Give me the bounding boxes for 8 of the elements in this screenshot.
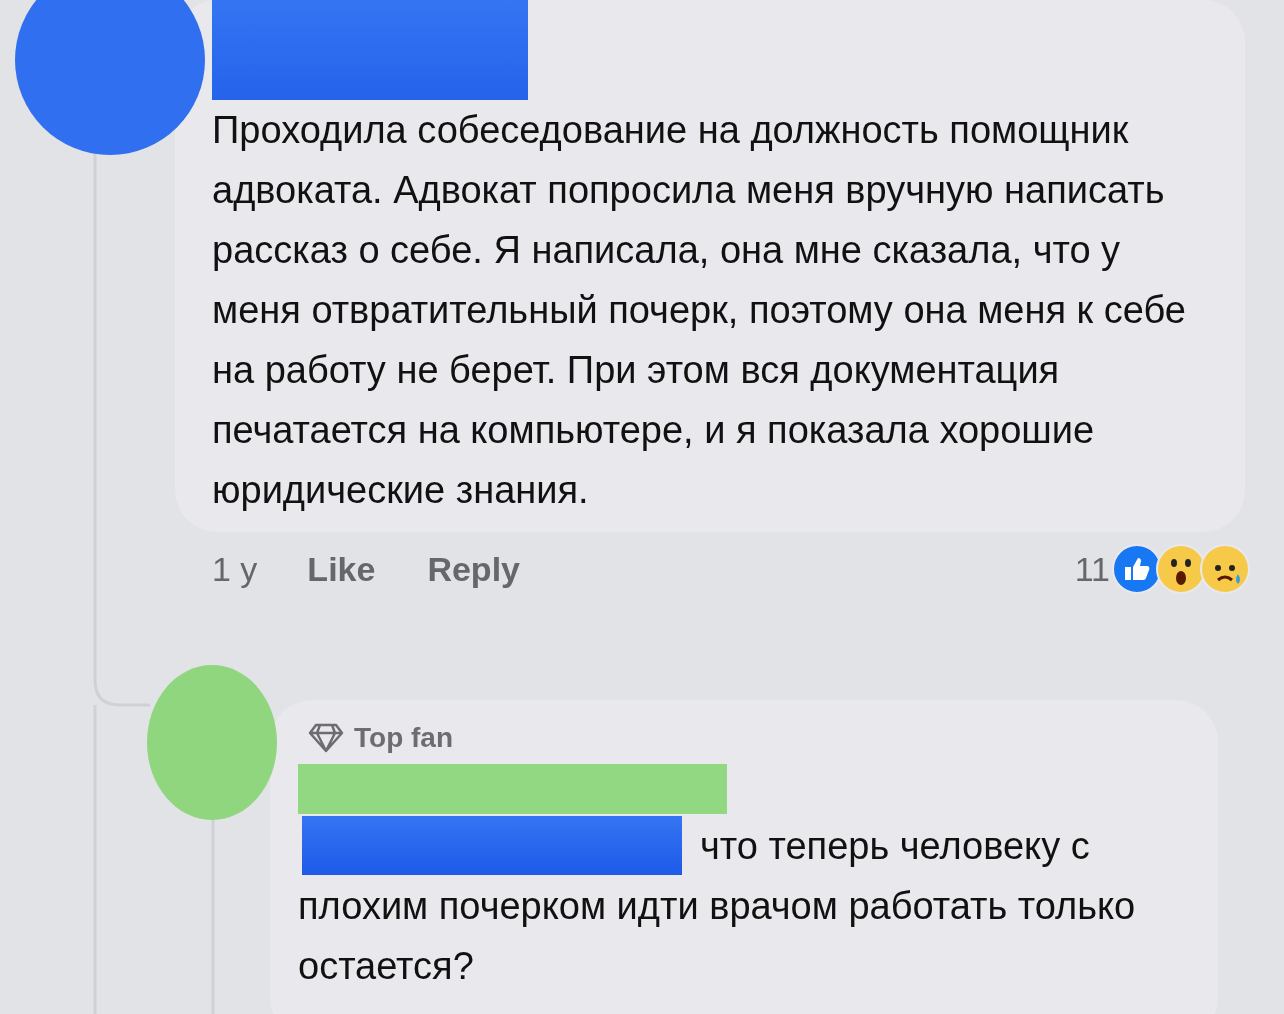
- diamond-icon: [308, 723, 344, 753]
- reply-text: что теперь человеку с плохим почерком идти врачом работать только остается?: [298, 816, 1182, 996]
- comment-time: 1 y: [212, 549, 258, 589]
- action-link[interactable]: Reply: [427, 549, 520, 589]
- comment-text: Проходила собеседование на должность помощник адвоката. Адвокат попросила меня вручную написать рассказ о себе. Я написала, она мне сказала, что у меня отвратительный почерк, поэтому она меня к себе на работу не берет. При этом вся документация печатается на компьютере, и я показала хорошие юридические знания.: [212, 108, 1187, 513]
- badge-label: Top fan: [354, 722, 453, 754]
- action-link[interactable]: Like: [307, 549, 376, 589]
- reaction-count[interactable]: 11: [1074, 549, 1110, 589]
